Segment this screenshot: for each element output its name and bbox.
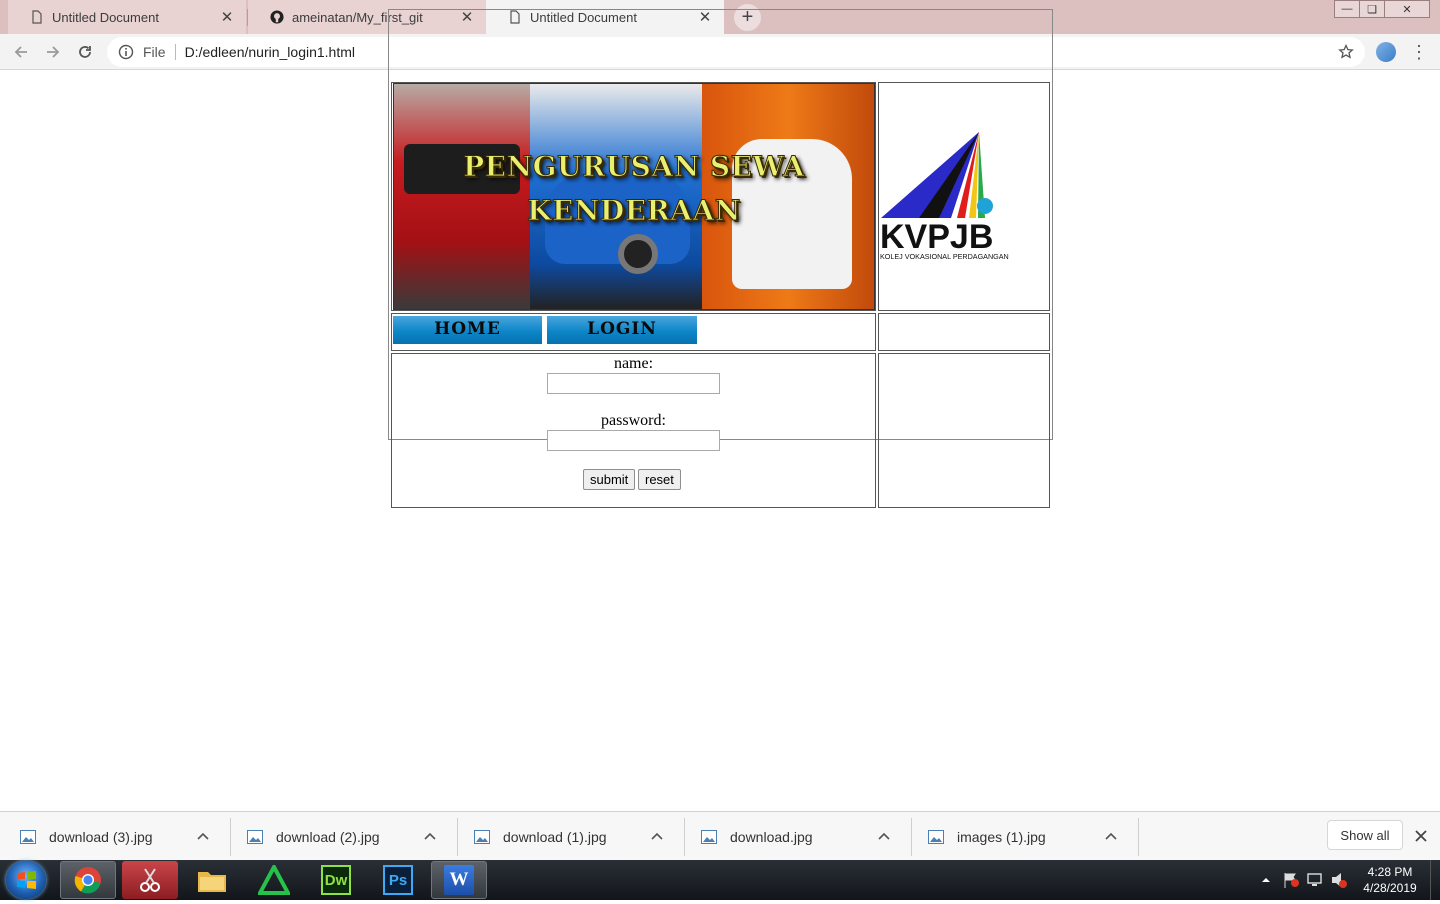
network-icon[interactable]: [1306, 868, 1324, 892]
url-text[interactable]: D:/edleen/nurin_login1.html: [185, 44, 355, 60]
show-hidden-icons-icon[interactable]: [1259, 868, 1273, 892]
empty-cell-right-form: [878, 353, 1050, 508]
download-separator: [1138, 818, 1139, 856]
logo-text: KVPJB: [880, 218, 993, 256]
reload-icon: [79, 46, 91, 58]
snipping-tool-icon: [140, 868, 160, 892]
download-filename: download (2).jpg: [276, 828, 380, 845]
chevron-up-icon[interactable]: [877, 830, 891, 844]
word-label: W: [449, 869, 469, 890]
github-icon: [270, 10, 284, 24]
password-input[interactable]: [547, 430, 720, 451]
back-button[interactable]: [9, 40, 33, 64]
windows-taskbar: Dw Ps W 4:28 PM 4/28/2019: [0, 860, 1440, 900]
dreamweaver-label: Dw: [324, 871, 348, 889]
banner-title-line2: KENDERAAN: [527, 194, 741, 228]
name-input[interactable]: [547, 373, 720, 394]
info-icon[interactable]: [118, 44, 134, 60]
chevron-up-icon[interactable]: [196, 830, 210, 844]
windows-logo-icon: [17, 871, 36, 889]
name-label: name:: [613, 355, 654, 372]
home-nav-button[interactable]: HOME: [393, 316, 542, 344]
chevron-up-icon[interactable]: [423, 830, 437, 844]
file-explorer-icon: [198, 872, 226, 892]
window-close-button[interactable]: ✕: [1384, 0, 1430, 18]
show-desktop-button[interactable]: [1430, 860, 1440, 900]
bookmark-star-icon[interactable]: [1338, 44, 1354, 60]
forward-button[interactable]: [41, 40, 65, 64]
download-filename: images (1).jpg: [957, 828, 1046, 845]
logo-subtext: KOLEJ VOKASIONAL PERDAGANGAN: [880, 252, 1009, 261]
tab-untitled-document-1[interactable]: Untitled Document ✕: [8, 0, 246, 34]
chevron-up-icon[interactable]: [650, 830, 664, 844]
menu-kebab-icon[interactable]: ⋮: [1410, 42, 1428, 62]
system-clock[interactable]: 4:28 PM 4/28/2019: [1352, 864, 1428, 896]
document-icon: [32, 10, 42, 24]
dreamweaver-icon: Dw: [321, 865, 351, 895]
profile-avatar[interactable]: [1376, 42, 1396, 62]
banner-title: PENGURUSAN SEWA KENDERAAN: [393, 145, 875, 233]
photoshop-label: Ps: [388, 871, 408, 889]
image-file-icon: [474, 829, 490, 844]
close-icon[interactable]: [1413, 828, 1429, 844]
login-form: name: password: submit reset: [392, 354, 875, 507]
reload-button[interactable]: [73, 40, 97, 64]
omnibox-divider: [174, 44, 176, 60]
start-button[interactable]: [6, 861, 46, 899]
login-nav-button[interactable]: LOGIN: [547, 316, 697, 344]
taskbar-word[interactable]: W: [431, 861, 487, 899]
tab-label: Untitled Document: [52, 9, 159, 25]
action-center-flag-icon[interactable]: [1282, 868, 1300, 892]
download-filename: download (1).jpg: [503, 828, 607, 845]
taskbar-snipping-tool[interactable]: [122, 861, 178, 899]
car-wheel: [618, 234, 658, 274]
download-item[interactable]: download (1).jpg: [454, 812, 681, 861]
image-file-icon: [20, 829, 36, 844]
kvpjb-logo: KVPJB KOLEJ VOKASIONAL PERDAGANGAN: [880, 132, 1009, 261]
chevron-up-icon[interactable]: [1104, 830, 1118, 844]
clock-time: 4:28 PM: [1367, 865, 1413, 879]
download-shelf: download (3).jpg download (2).jpg downlo…: [0, 811, 1440, 860]
chrome-icon: [74, 867, 101, 894]
download-filename: download.jpg: [730, 828, 813, 845]
empty-cell-right-nav: [878, 313, 1050, 351]
image-file-icon: [701, 829, 717, 844]
taskbar-dreamweaver[interactable]: Dw: [308, 861, 364, 899]
taskbar-chrome[interactable]: [60, 861, 116, 899]
image-file-icon: [247, 829, 263, 844]
volume-muted-icon[interactable]: [1330, 868, 1348, 892]
word-icon: W: [444, 865, 474, 895]
taskbar-file-explorer[interactable]: [184, 861, 240, 899]
download-item[interactable]: download.jpg: [681, 812, 908, 861]
download-item[interactable]: download (2).jpg: [227, 812, 454, 861]
download-item[interactable]: download (3).jpg: [0, 812, 227, 861]
photoshop-icon: Ps: [383, 865, 413, 895]
download-item[interactable]: images (1).jpg: [908, 812, 1135, 861]
url-scheme-label: File: [143, 44, 166, 60]
forward-arrow-icon: [47, 46, 60, 58]
taskbar-green-app[interactable]: [246, 861, 302, 899]
clock-date: 4/28/2019: [1363, 881, 1417, 895]
window-controls: — ❏ ✕: [1334, 0, 1430, 18]
green-triangle-app-icon: [258, 865, 290, 895]
download-filename: download (3).jpg: [49, 828, 153, 845]
close-icon[interactable]: ✕: [220, 8, 234, 26]
banner-title-line1: PENGURUSAN SEWA: [463, 150, 805, 184]
minimize-button[interactable]: —: [1334, 0, 1360, 18]
submit-button[interactable]: submit: [583, 469, 636, 490]
image-file-icon: [928, 829, 944, 844]
password-label: password:: [601, 412, 666, 429]
back-arrow-icon: [14, 46, 27, 58]
restore-button[interactable]: ❏: [1359, 0, 1385, 18]
taskbar-photoshop[interactable]: Ps: [370, 861, 426, 899]
show-all-button[interactable]: Show all: [1327, 820, 1403, 850]
reset-button[interactable]: reset: [638, 469, 681, 490]
